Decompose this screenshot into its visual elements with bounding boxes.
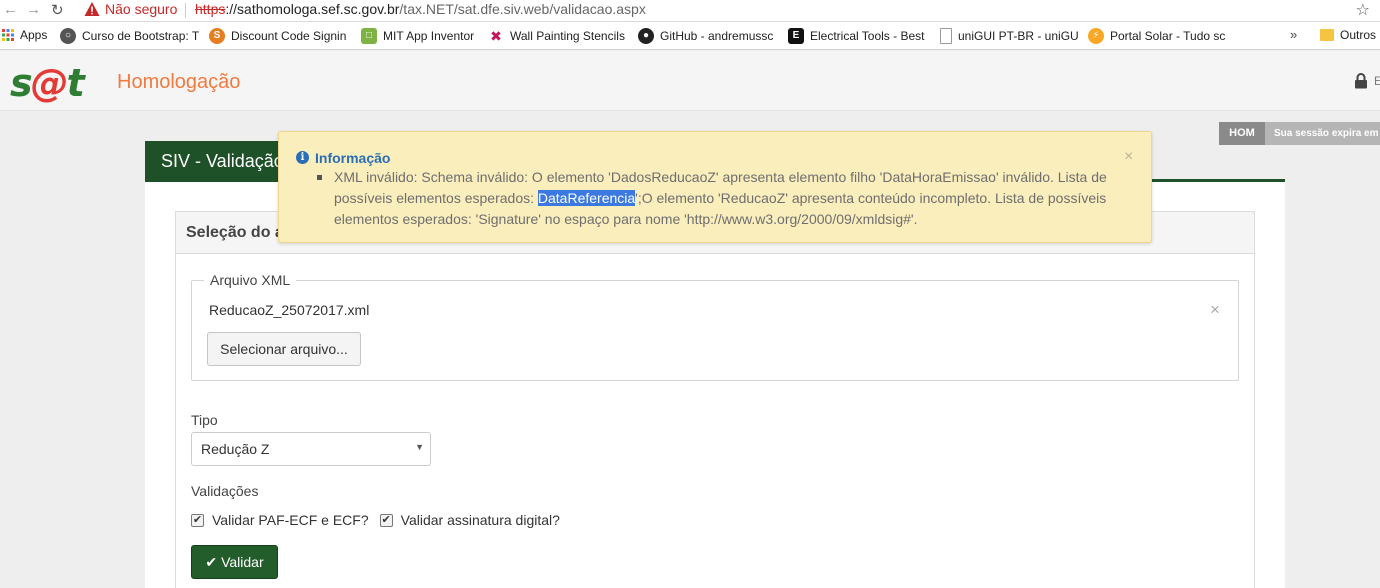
- bookmark-electrical-tools[interactable]: E Electrical Tools - Best: [788, 28, 925, 44]
- xml-file-legend: Arquivo XML: [204, 272, 297, 288]
- bookmark-label: MIT App Inventor: [383, 29, 475, 43]
- paf-ecf-label[interactable]: Validar PAF-ECF e ECF?: [212, 512, 369, 528]
- validacoes-label: Validações: [191, 483, 259, 499]
- bookmark-label: Outros: [1340, 28, 1377, 42]
- bookmark-label: Discount Code Signin: [231, 29, 347, 43]
- bookmark-label: GitHub - andremussc: [660, 29, 774, 43]
- session-timer: Sua sessão expira em: [1265, 122, 1380, 145]
- bookmark-github[interactable]: ● GitHub - andremussc: [638, 28, 773, 44]
- favicon-icon: ✖: [488, 28, 504, 44]
- more-bookmarks-button[interactable]: »: [1290, 27, 1297, 42]
- lightning-icon: ⚡: [1088, 28, 1104, 44]
- digital-signature-checkbox[interactable]: ✔: [379, 513, 393, 527]
- alert-title: Informação: [315, 150, 391, 166]
- alert-message: XML inválido: Schema inválido: O element…: [334, 167, 1134, 230]
- paf-ecf-checkbox[interactable]: ✔: [191, 513, 204, 527]
- bookmark-label: Wall Painting Stencils: [510, 29, 625, 43]
- tipo-selected-value: Redução Z: [201, 441, 270, 457]
- list-bullet: [317, 175, 322, 180]
- apps-grid-icon: [2, 29, 14, 41]
- bookmark-label: Curso de Bootstrap: T: [82, 29, 200, 43]
- favicon-icon: E: [788, 28, 804, 44]
- bookmark-mit-app-inventor[interactable]: □ MIT App Inventor: [361, 28, 474, 44]
- remove-file-icon[interactable]: ×: [1210, 300, 1220, 320]
- bookmark-wall-painting[interactable]: ✖ Wall Painting Stencils: [488, 28, 625, 44]
- sat-logo[interactable]: s@t: [10, 61, 85, 105]
- url-host: ://sathomologa.sef.sc.gov.br: [225, 1, 400, 17]
- environment-badge: HOM: [1219, 122, 1265, 145]
- forward-arrow-icon[interactable]: →: [26, 1, 41, 18]
- bookmark-portal-solar[interactable]: ⚡ Portal Solar - Tudo sc: [1088, 28, 1225, 44]
- info-alert: i Informação × XML inválido: Schema invá…: [278, 131, 1152, 243]
- info-icon: i: [296, 151, 309, 164]
- close-alert-button[interactable]: ×: [1124, 148, 1133, 166]
- bookmark-label: Electrical Tools - Best: [810, 29, 925, 43]
- bookmark-label: Portal Solar - Tudo sc: [1110, 29, 1226, 43]
- bookmark-apps[interactable]: Apps: [2, 28, 47, 42]
- favicon-icon: ○: [60, 28, 76, 44]
- browser-address-bar: ← → ↻ Não seguro https://sathomologa.sef…: [0, 0, 1380, 22]
- reload-icon[interactable]: ↻: [51, 1, 64, 19]
- bookmark-star-icon[interactable]: ☆: [1356, 0, 1370, 20]
- caret-down-icon: ▼: [415, 442, 424, 452]
- security-status[interactable]: Não seguro: [105, 1, 177, 17]
- bookmark-other-folder[interactable]: Outros: [1320, 28, 1376, 42]
- bookmark-unigui[interactable]: uniGUI PT-BR - uniGU: [940, 28, 1079, 44]
- validar-button[interactable]: ✔ Validar: [191, 545, 278, 579]
- lock-icon[interactable]: [1354, 73, 1368, 89]
- tipo-select[interactable]: Redução Z ▼: [191, 432, 431, 466]
- validations-row: ✔ Validar PAF-ECF e ECF? ✔ Validar assin…: [191, 511, 560, 529]
- folder-icon: [1320, 29, 1334, 41]
- github-icon: ●: [638, 28, 654, 44]
- bookmarks-bar: Apps ○ Curso de Bootstrap: T S Discount …: [0, 22, 1380, 50]
- favicon-icon: □: [361, 28, 377, 44]
- bookmark-label: uniGUI PT-BR - uniGU: [958, 29, 1079, 43]
- bookmark-label: Apps: [20, 28, 48, 42]
- favicon-icon: S: [209, 28, 225, 44]
- xml-file-fieldset: Arquivo XML ReducaoZ_25072017.xml × Sele…: [191, 272, 1239, 381]
- warning-icon[interactable]: [84, 1, 100, 17]
- bookmark-discount[interactable]: S Discount Code Signin: [209, 28, 346, 44]
- url-field[interactable]: https://sathomologa.sef.sc.gov.br/tax.NE…: [195, 1, 646, 17]
- url-path: /tax.NET/sat.dfe.siv.web/validacao.aspx: [399, 1, 646, 17]
- url-scheme: https: [195, 1, 226, 17]
- digital-signature-label[interactable]: Validar assinatura digital?: [401, 512, 560, 528]
- tipo-label: Tipo: [191, 412, 218, 428]
- validar-label: Validar: [221, 554, 264, 570]
- select-file-button[interactable]: Selecionar arquivo...: [207, 332, 361, 366]
- address-separator: [185, 3, 186, 18]
- page-icon: [940, 28, 952, 44]
- check-icon: ✔: [205, 553, 218, 570]
- bookmark-bootstrap[interactable]: ○ Curso de Bootstrap: T: [60, 28, 199, 44]
- environment-label: Homologação: [117, 71, 241, 93]
- selected-file-name: ReducaoZ_25072017.xml: [209, 302, 370, 318]
- app-header: s@t Homologação E: [0, 51, 1380, 111]
- user-menu-label[interactable]: E: [1374, 74, 1380, 88]
- selection-panel: Seleção do a Arquivo XML ReducaoZ_250720…: [175, 211, 1255, 588]
- highlighted-text: DataReferencia: [537, 190, 636, 206]
- back-arrow-icon[interactable]: ←: [3, 1, 18, 18]
